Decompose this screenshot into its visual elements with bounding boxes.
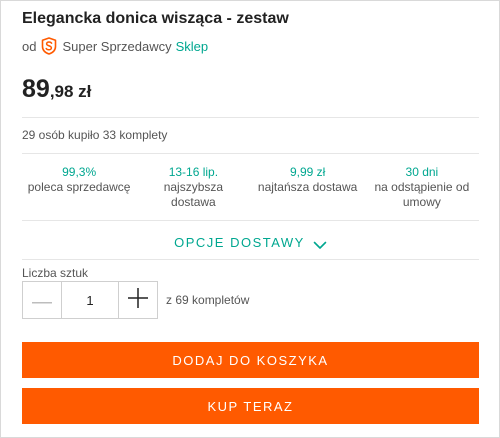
seller-status-label: Super Sprzedawcy — [62, 38, 172, 54]
available-stock: z 69 kompletów — [166, 293, 250, 307]
divider — [22, 117, 479, 118]
price-fraction: ,98 zł — [49, 82, 92, 101]
seller-row: od Super Sprzedawcy Sklep — [22, 37, 208, 55]
price-integer: 89 — [22, 75, 50, 103]
features-row: 99,3% poleca sprzedawcę 13-16 lip. najsz… — [22, 165, 479, 210]
seller-shop-link[interactable]: Sklep — [176, 39, 209, 54]
feature-label: najszybsza dostawa — [163, 180, 224, 209]
product-purchase-panel: Elegancka donica wisząca - zestaw od Sup… — [0, 0, 500, 438]
decrease-quantity-button[interactable] — [23, 282, 61, 318]
quantity-field-wrap — [61, 282, 119, 318]
super-seller-badge-icon — [41, 37, 57, 55]
buy-now-button[interactable]: KUP TERAZ — [22, 388, 479, 424]
feature-seller-rating: 99,3% poleca sprzedawcę — [22, 165, 136, 210]
quantity-input[interactable] — [62, 291, 118, 309]
delivery-options-toggle[interactable]: OPCJE DOSTAWY — [22, 232, 479, 252]
increase-quantity-button[interactable] — [119, 282, 157, 318]
divider — [22, 153, 479, 154]
plus-icon — [128, 287, 148, 313]
product-title: Elegancka donica wisząca - zestaw — [22, 10, 289, 27]
feature-value: 9,99 zł — [289, 165, 326, 179]
feature-fastest-delivery: 13-16 lip. najszybsza dostawa — [136, 165, 250, 210]
sales-count: 29 osób kupiło 33 komplety — [22, 128, 168, 142]
feature-value: 30 dni — [405, 165, 439, 179]
feature-return-period: 30 dni na odstąpienie od umowy — [365, 165, 479, 210]
feature-value: 13-16 lip. — [168, 165, 219, 179]
seller-prefix: od — [22, 38, 37, 54]
quantity-stepper — [22, 281, 158, 319]
feature-label: najtańsza dostawa — [257, 180, 358, 194]
feature-label: na odstąpienie od umowy — [374, 180, 470, 209]
minus-icon — [32, 291, 52, 309]
feature-value: 99,3% — [62, 165, 97, 179]
delivery-options-label: OPCJE DOSTAWY — [174, 234, 305, 250]
feature-label: poleca sprzedawcę — [27, 180, 131, 194]
chevron-down-icon — [313, 238, 327, 249]
product-price: 89,98 zł — [22, 75, 91, 104]
divider — [22, 220, 479, 221]
quantity-label: Liczba sztuk — [22, 266, 89, 280]
divider — [22, 259, 479, 260]
feature-cheapest-delivery: 9,99 zł najtańsza dostawa — [251, 165, 365, 210]
add-to-cart-button[interactable]: DODAJ DO KOSZYKA — [22, 342, 479, 378]
